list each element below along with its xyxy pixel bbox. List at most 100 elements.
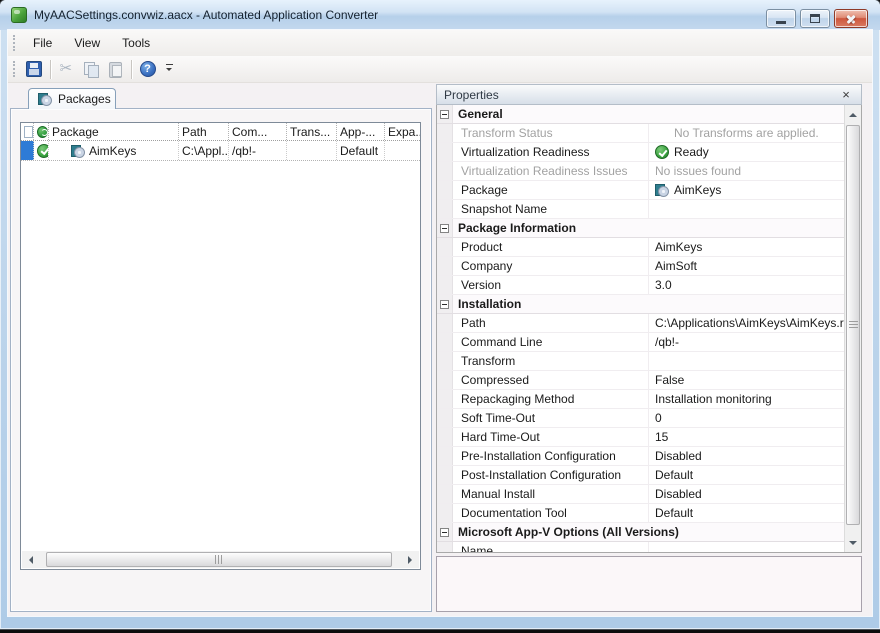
property-grid-rows: GeneralTransform StatusNo Transforms are… <box>437 105 844 552</box>
property-row[interactable]: PackageAimKeys <box>437 181 844 200</box>
property-value[interactable] <box>649 542 844 552</box>
horizontal-scrollbar[interactable] <box>22 551 419 568</box>
scroll-left-button[interactable] <box>22 551 39 568</box>
collapse-minus-icon <box>440 300 449 309</box>
row-command-cell[interactable]: /qb!- <box>229 141 287 160</box>
property-row[interactable]: Soft Time-Out0 <box>437 409 844 428</box>
property-value[interactable]: Ready <box>649 143 844 161</box>
column-header-path[interactable]: Path <box>179 123 229 140</box>
column-header-com[interactable]: Com... <box>229 123 287 140</box>
property-value[interactable]: 3.0 <box>649 276 844 294</box>
scroll-up-button[interactable] <box>845 106 861 122</box>
column-header-trans[interactable]: Trans... <box>287 123 337 140</box>
property-value[interactable]: Disabled <box>649 447 844 465</box>
horizontal-scroll-thumb[interactable] <box>46 552 392 567</box>
collapse-box[interactable] <box>437 523 453 541</box>
tab-packages[interactable]: Packages <box>28 88 116 109</box>
property-row[interactable]: Command Line/qb!- <box>437 333 844 352</box>
property-row[interactable]: Repackaging MethodInstallation monitorin… <box>437 390 844 409</box>
cut-button[interactable] <box>55 58 78 81</box>
property-section[interactable]: General <box>437 105 844 124</box>
property-value[interactable]: 0 <box>649 409 844 427</box>
property-value-text: 0 <box>655 411 662 425</box>
property-row[interactable]: Version3.0 <box>437 276 844 295</box>
property-row[interactable]: Pre-Installation ConfigurationDisabled <box>437 447 844 466</box>
property-row[interactable]: Documentation ToolDefault <box>437 504 844 523</box>
property-value[interactable]: No issues found <box>649 162 844 180</box>
column-header-transform-column[interactable] <box>21 123 34 140</box>
window-controls <box>766 9 868 28</box>
property-value[interactable] <box>649 200 844 218</box>
collapse-box[interactable] <box>437 295 453 313</box>
row-package-cell[interactable]: AimKeys <box>49 141 179 160</box>
property-value[interactable]: No Transforms are applied. <box>649 124 844 142</box>
minimize-button[interactable] <box>766 9 796 28</box>
property-value[interactable]: AimKeys <box>649 181 844 199</box>
property-value[interactable]: Default <box>649 466 844 484</box>
copy-button[interactable] <box>79 58 102 81</box>
property-value[interactable]: C:\Applications\AimKeys\AimKeys.r <box>649 314 844 332</box>
property-row[interactable]: Virtualization Readiness IssuesNo issues… <box>437 162 844 181</box>
row-status-cell[interactable] <box>34 141 49 160</box>
property-row[interactable]: Hard Time-Out15 <box>437 428 844 447</box>
property-section[interactable]: Microsoft App-V Options (All Versions) <box>437 523 844 542</box>
property-row[interactable]: Snapshot Name <box>437 200 844 219</box>
property-value[interactable]: 15 <box>649 428 844 446</box>
property-row[interactable]: Name <box>437 542 844 552</box>
scroll-right-button[interactable] <box>402 551 419 568</box>
property-row[interactable]: ProductAimKeys <box>437 238 844 257</box>
property-section[interactable]: Package Information <box>437 219 844 238</box>
property-section[interactable]: Installation <box>437 295 844 314</box>
property-row[interactable]: Transform <box>437 352 844 371</box>
property-row[interactable]: Transform StatusNo Transforms are applie… <box>437 124 844 143</box>
property-value[interactable]: False <box>649 371 844 389</box>
property-row[interactable]: CompanyAimSoft <box>437 257 844 276</box>
column-header-package[interactable]: Package <box>49 123 179 140</box>
section-label: Microsoft App-V Options (All Versions) <box>453 523 679 541</box>
menu-item-file[interactable]: File <box>22 32 63 54</box>
property-value[interactable]: Default <box>649 504 844 522</box>
save-button[interactable] <box>22 58 45 81</box>
vertical-scrollbar[interactable] <box>844 105 861 552</box>
property-row[interactable]: Virtualization ReadinessReady <box>437 143 844 162</box>
maximize-button[interactable] <box>800 9 830 28</box>
row-selection-cell[interactable] <box>21 141 34 160</box>
maximize-icon <box>810 14 820 23</box>
property-value[interactable]: Disabled <box>649 485 844 503</box>
property-value[interactable]: /qb!- <box>649 333 844 351</box>
property-value-text: Installation monitoring <box>655 392 772 406</box>
property-row[interactable]: Manual InstallDisabled <box>437 485 844 504</box>
copy-icon <box>83 61 99 77</box>
scroll-down-button[interactable] <box>845 535 861 551</box>
toolbar-overflow-button[interactable] <box>163 58 175 81</box>
property-row[interactable]: CompressedFalse <box>437 371 844 390</box>
property-name: Path <box>453 314 649 332</box>
package-row[interactable]: AimKeysC:\Appl.../qb!- Default <box>21 141 420 161</box>
property-value[interactable] <box>649 352 844 370</box>
properties-close-button[interactable]: × <box>838 87 854 102</box>
property-row[interactable]: PathC:\Applications\AimKeys\AimKeys.r <box>437 314 844 333</box>
menu-item-tools[interactable]: Tools <box>111 32 161 54</box>
collapse-box[interactable] <box>437 219 453 237</box>
menu-item-view[interactable]: View <box>63 32 111 54</box>
column-header-status-column[interactable] <box>34 123 49 140</box>
property-value[interactable]: Installation monitoring <box>649 390 844 408</box>
row-appv-cell[interactable]: Default <box>337 141 385 160</box>
row-transform-cell[interactable] <box>287 141 337 160</box>
help-button[interactable]: ? <box>136 58 159 81</box>
column-header-app[interactable]: App-... <box>337 123 385 140</box>
property-value-text: Ready <box>674 145 709 159</box>
overflow-bar-icon <box>166 64 173 66</box>
arrow-right-icon <box>408 556 416 564</box>
column-header-expa[interactable]: Expa... <box>385 123 421 140</box>
title-bar[interactable]: MyAACSettings.convwiz.aacx - Automated A… <box>0 0 880 30</box>
row-path-cell[interactable]: C:\Appl... <box>179 141 229 160</box>
property-value[interactable]: AimKeys <box>649 238 844 256</box>
vertical-scroll-thumb[interactable] <box>846 125 860 525</box>
collapse-box[interactable] <box>437 105 453 123</box>
close-button[interactable] <box>834 9 868 28</box>
property-value[interactable]: AimSoft <box>649 257 844 275</box>
paste-button[interactable] <box>103 58 126 81</box>
property-row[interactable]: Post-Installation ConfigurationDefault <box>437 466 844 485</box>
row-expand-cell[interactable] <box>385 141 421 160</box>
